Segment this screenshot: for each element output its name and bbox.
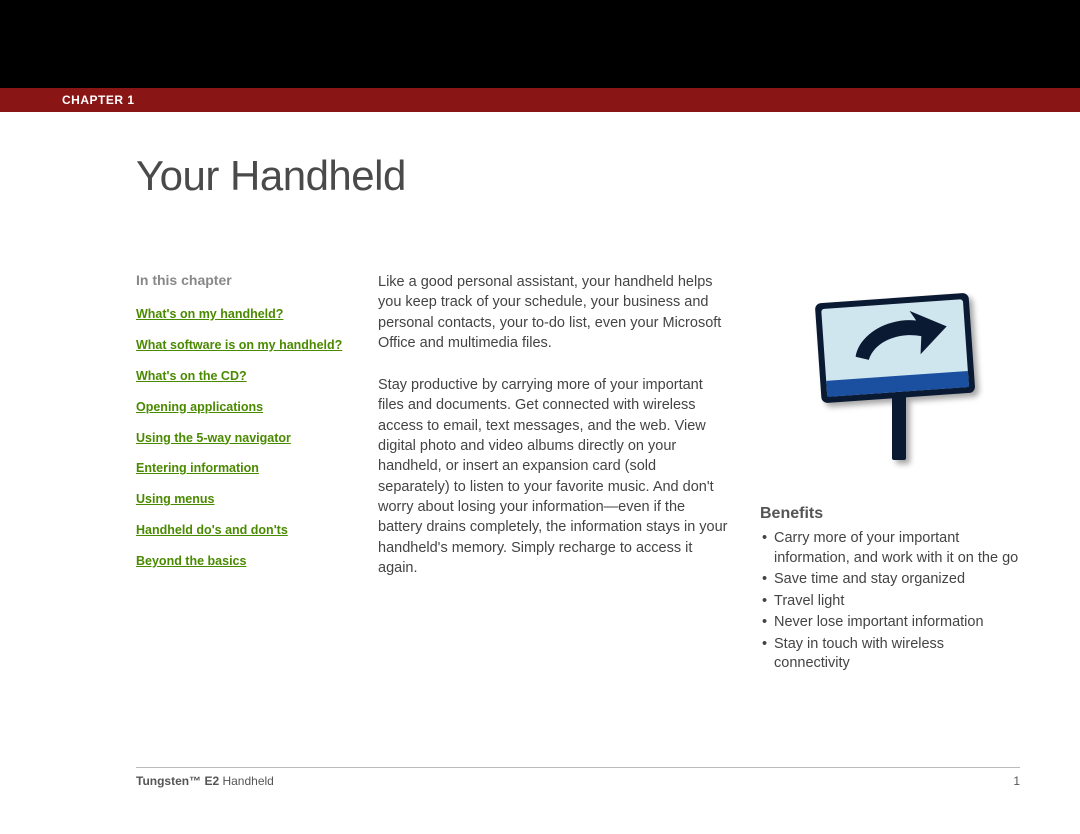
benefits-list: Carry more of your important information…: [760, 529, 1020, 674]
top-black-margin: [0, 0, 1080, 88]
toc-link[interactable]: Entering information: [136, 460, 346, 477]
benefit-item: Travel light: [760, 592, 1020, 612]
footer-product-bold: Tungsten™ E2: [136, 774, 219, 788]
toc-link[interactable]: What's on my handheld?: [136, 306, 346, 323]
toc-link[interactable]: Using the 5-way navigator: [136, 430, 346, 447]
toc-link[interactable]: What software is on my handheld?: [136, 337, 346, 354]
page-footer: Tungsten™ E2 Handheld 1: [136, 767, 1020, 788]
intro-paragraph-2: Stay productive by carrying more of your…: [378, 375, 728, 578]
body-column: Like a good personal assistant, your han…: [378, 272, 728, 676]
benefit-item: Save time and stay organized: [760, 570, 1020, 590]
content-row: In this chapter What's on my handheld? W…: [0, 200, 1080, 676]
chapter-bar: CHAPTER 1: [0, 88, 1080, 112]
toc-heading: In this chapter: [136, 272, 346, 288]
toc-link[interactable]: Beyond the basics: [136, 553, 346, 570]
toc-sidebar: In this chapter What's on my handheld? W…: [136, 272, 346, 676]
benefit-item: Stay in touch with wireless connectivity: [760, 635, 1020, 674]
benefit-item: Carry more of your important information…: [760, 529, 1020, 568]
intro-paragraph-1: Like a good personal assistant, your han…: [378, 272, 728, 353]
benefit-item: Never lose important information: [760, 613, 1020, 633]
sign-illustration: [760, 272, 1020, 477]
chapter-title: Your Handheld: [0, 112, 1080, 200]
toc-link[interactable]: Handheld do's and don'ts: [136, 522, 346, 539]
benefits-heading: Benefits: [760, 505, 1020, 523]
toc-link[interactable]: Opening applications: [136, 399, 346, 416]
footer-page-number: 1: [1013, 774, 1020, 788]
arrow-sign-icon: [800, 272, 990, 472]
footer-product: Tungsten™ E2 Handheld: [136, 774, 274, 788]
toc-link[interactable]: Using menus: [136, 491, 346, 508]
footer-product-rest: Handheld: [219, 774, 274, 788]
toc-link[interactable]: What's on the CD?: [136, 368, 346, 385]
right-column: Benefits Carry more of your important in…: [760, 272, 1020, 676]
